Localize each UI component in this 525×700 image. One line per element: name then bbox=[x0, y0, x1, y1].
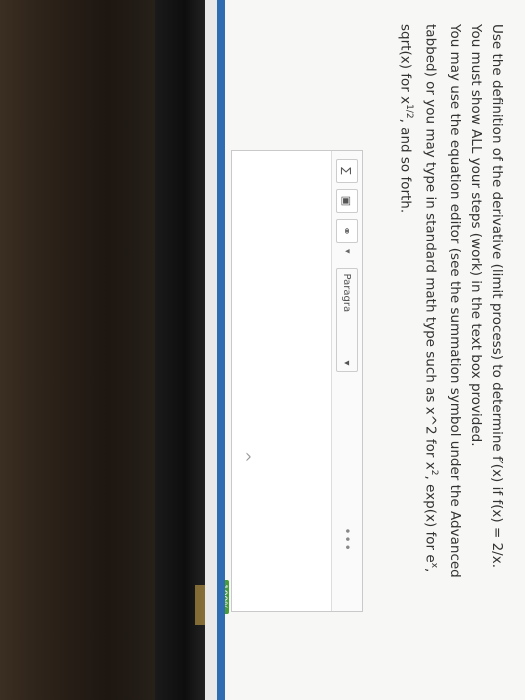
superscript: 1/2 bbox=[404, 104, 415, 119]
question-line-4b: , and so forth. bbox=[398, 118, 414, 214]
paragraph-format-label: Paragra bbox=[341, 273, 353, 313]
answer-editor[interactable]: ∑ ▣ ⚭ ▾ Paragra ▾ ••• ^ bbox=[231, 150, 363, 612]
question-line-3b-end: , bbox=[422, 568, 439, 573]
desk-background bbox=[0, 0, 155, 700]
paragraph-format-select[interactable]: Paragra ▾ bbox=[336, 267, 358, 372]
editor-text-area[interactable] bbox=[251, 151, 331, 611]
chevron-down-icon: ▾ bbox=[341, 360, 353, 366]
question-line-2: You must show ALL your steps (work) in t… bbox=[468, 24, 484, 447]
question-line-5: sqrt(x) for x1/2, and so forth. bbox=[395, 24, 420, 684]
chevron-down-icon[interactable]: ▾ bbox=[342, 249, 352, 254]
question-line-4a: sqrt(x) for x bbox=[398, 24, 414, 105]
question-line-3a: You may use the equation editor (see the… bbox=[447, 24, 463, 578]
screen: Use the definition of the derivative (li… bbox=[217, 0, 525, 700]
question-text: Use the definition of the derivative (li… bbox=[395, 24, 507, 684]
editor-toolbar: ∑ ▣ ⚭ ▾ Paragra ▾ ••• bbox=[331, 151, 362, 611]
taskbar-strip bbox=[217, 0, 225, 700]
scrollbar[interactable] bbox=[205, 0, 217, 700]
question-line-3: You may use the equation editor (see the… bbox=[444, 24, 465, 684]
question-line-3b: tabbed) or you may type in standard math… bbox=[422, 24, 439, 470]
image-icon[interactable]: ▣ bbox=[336, 189, 358, 213]
link-icon[interactable]: ⚭ bbox=[336, 219, 358, 243]
equation-icon[interactable]: ∑ bbox=[336, 159, 358, 183]
question-line-1: Use the definition of the derivative (li… bbox=[489, 24, 505, 569]
expand-chevron-icon[interactable]: ^ bbox=[236, 451, 252, 463]
more-options-button[interactable]: ••• bbox=[340, 528, 354, 552]
rotated-page: Use the definition of the derivative (li… bbox=[217, 0, 525, 700]
question-line-3b-tail: , exp(x) for e bbox=[422, 475, 439, 563]
question-line-4: tabbed) or you may type in standard math… bbox=[420, 24, 445, 684]
